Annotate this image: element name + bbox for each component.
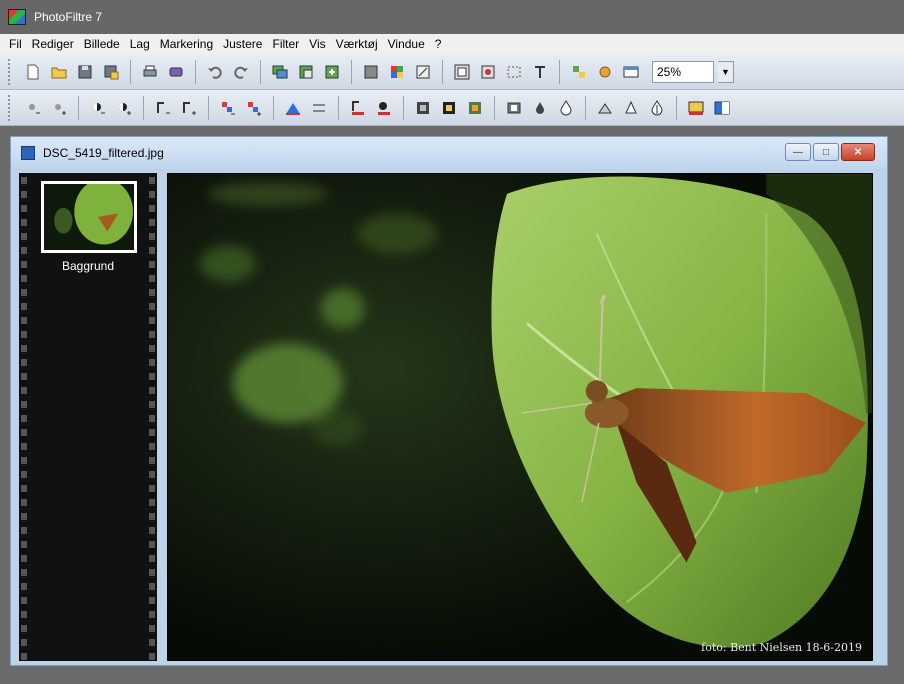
menu-help[interactable]: ? bbox=[430, 37, 447, 51]
copy-image-icon[interactable] bbox=[269, 61, 291, 83]
toolbar-separator bbox=[78, 95, 79, 120]
window-icon[interactable] bbox=[620, 61, 642, 83]
document-title: DSC_5419_filtered.jpg bbox=[43, 146, 164, 160]
document-window: DSC_5419_filtered.jpg — □ ✕ Baggrund fot… bbox=[10, 136, 888, 666]
window-controls: — □ ✕ bbox=[785, 143, 875, 161]
drop-large-icon[interactable] bbox=[555, 97, 577, 119]
toolbar-separator bbox=[559, 59, 560, 84]
text-tool-icon[interactable] bbox=[529, 61, 551, 83]
drop-shadow-icon[interactable] bbox=[620, 97, 642, 119]
toolbar-grip[interactable] bbox=[8, 58, 12, 85]
contrast-up-icon[interactable] bbox=[113, 97, 135, 119]
app-titlebar: PhotoFiltre 7 bbox=[0, 0, 904, 34]
color-fill-icon[interactable] bbox=[711, 97, 733, 119]
new-file-icon[interactable] bbox=[22, 61, 44, 83]
drop-small-icon[interactable] bbox=[529, 97, 551, 119]
toolbar-separator bbox=[260, 59, 261, 84]
redo-icon[interactable] bbox=[230, 61, 252, 83]
noise-icon[interactable] bbox=[464, 97, 486, 119]
toolbar-separator bbox=[585, 95, 586, 120]
grayscale-icon[interactable] bbox=[360, 61, 382, 83]
menu-vindue[interactable]: Vindue bbox=[383, 37, 430, 51]
toolbar-separator bbox=[338, 95, 339, 120]
crop-icon[interactable] bbox=[477, 61, 499, 83]
automation-icon[interactable] bbox=[594, 61, 616, 83]
toolbar-separator bbox=[273, 95, 274, 120]
menu-billede[interactable]: Billede bbox=[79, 37, 125, 51]
menu-lag[interactable]: Lag bbox=[125, 37, 155, 51]
rgb-color-icon[interactable] bbox=[386, 61, 408, 83]
contrast-down-icon[interactable] bbox=[87, 97, 109, 119]
open-folder-icon[interactable] bbox=[48, 61, 70, 83]
menu-bar: Fil Rediger Billede Lag Markering Juster… bbox=[0, 34, 904, 54]
save-as-icon[interactable] bbox=[100, 61, 122, 83]
menu-vaerktoej[interactable]: Værktøj bbox=[331, 37, 383, 51]
toolbar-separator bbox=[195, 59, 196, 84]
menu-rediger[interactable]: Rediger bbox=[27, 37, 79, 51]
toolbar-grip[interactable] bbox=[8, 94, 12, 121]
auto-contrast-icon[interactable] bbox=[373, 97, 395, 119]
brightness-down-icon[interactable] bbox=[22, 97, 44, 119]
balance-icon[interactable] bbox=[308, 97, 330, 119]
levels-icon[interactable] bbox=[282, 97, 304, 119]
app-title: PhotoFiltre 7 bbox=[34, 10, 103, 24]
gradient-icon[interactable] bbox=[685, 97, 707, 119]
workspace: DSC_5419_filtered.jpg — □ ✕ Baggrund fot… bbox=[0, 126, 904, 684]
toolbar-separator bbox=[143, 95, 144, 120]
watercolor-icon[interactable] bbox=[646, 97, 668, 119]
zoom-dropdown-icon[interactable]: ▼ bbox=[718, 60, 734, 83]
auto-gamma-icon[interactable] bbox=[347, 97, 369, 119]
filter-toolbar bbox=[0, 90, 904, 126]
menu-markering[interactable]: Markering bbox=[155, 37, 218, 51]
toolbar-separator bbox=[403, 95, 404, 120]
zoom-level-input[interactable]: 25% bbox=[652, 60, 714, 83]
canvas-size-icon[interactable] bbox=[451, 61, 473, 83]
filmstrip-border bbox=[19, 173, 29, 661]
toolbar-separator bbox=[351, 59, 352, 84]
layer-thumbnail-image bbox=[45, 184, 133, 250]
image-size-icon[interactable] bbox=[412, 61, 434, 83]
brightness-up-icon[interactable] bbox=[48, 97, 70, 119]
toolbar-separator bbox=[676, 95, 677, 120]
emboss-icon[interactable] bbox=[503, 97, 525, 119]
menu-justere[interactable]: Justere bbox=[218, 37, 267, 51]
toolbar-separator bbox=[494, 95, 495, 120]
selection-icon[interactable] bbox=[503, 61, 525, 83]
save-icon[interactable] bbox=[74, 61, 96, 83]
saturation-up-icon[interactable] bbox=[243, 97, 265, 119]
document-titlebar[interactable]: DSC_5419_filtered.jpg — □ ✕ bbox=[11, 137, 887, 169]
sharpen-icon[interactable] bbox=[438, 97, 460, 119]
layer-thumbnail[interactable] bbox=[41, 181, 137, 253]
gamma-down-icon[interactable] bbox=[152, 97, 174, 119]
toolbar-separator bbox=[208, 95, 209, 120]
layers-panel: Baggrund bbox=[19, 173, 157, 661]
butterfly-photo bbox=[168, 174, 872, 660]
close-button[interactable]: ✕ bbox=[841, 143, 875, 161]
print-icon[interactable] bbox=[139, 61, 161, 83]
undo-icon[interactable] bbox=[204, 61, 226, 83]
gamma-up-icon[interactable] bbox=[178, 97, 200, 119]
photofiltre-logo-icon bbox=[8, 9, 26, 25]
photo-watermark: foto: Bent Nielsen 18-6-2019 bbox=[701, 641, 862, 654]
minimize-button[interactable]: — bbox=[785, 143, 811, 161]
menu-vis[interactable]: Vis bbox=[304, 37, 330, 51]
image-canvas[interactable]: foto: Bent Nielsen 18-6-2019 bbox=[167, 173, 873, 661]
main-toolbar: 25% ▼ bbox=[0, 54, 904, 90]
blur-icon[interactable] bbox=[412, 97, 434, 119]
plugins-icon[interactable] bbox=[568, 61, 590, 83]
bevel-icon[interactable] bbox=[594, 97, 616, 119]
menu-fil[interactable]: Fil bbox=[4, 37, 27, 51]
scan-icon[interactable] bbox=[165, 61, 187, 83]
filmstrip-border bbox=[147, 173, 157, 661]
paste-image-icon[interactable] bbox=[295, 61, 317, 83]
toolbar-separator bbox=[442, 59, 443, 84]
image-file-icon bbox=[21, 146, 35, 160]
paste-as-new-icon[interactable] bbox=[321, 61, 343, 83]
menu-filter[interactable]: Filter bbox=[267, 37, 304, 51]
saturation-down-icon[interactable] bbox=[217, 97, 239, 119]
maximize-button[interactable]: □ bbox=[813, 143, 839, 161]
toolbar-separator bbox=[130, 59, 131, 84]
layer-name: Baggrund bbox=[61, 259, 115, 273]
